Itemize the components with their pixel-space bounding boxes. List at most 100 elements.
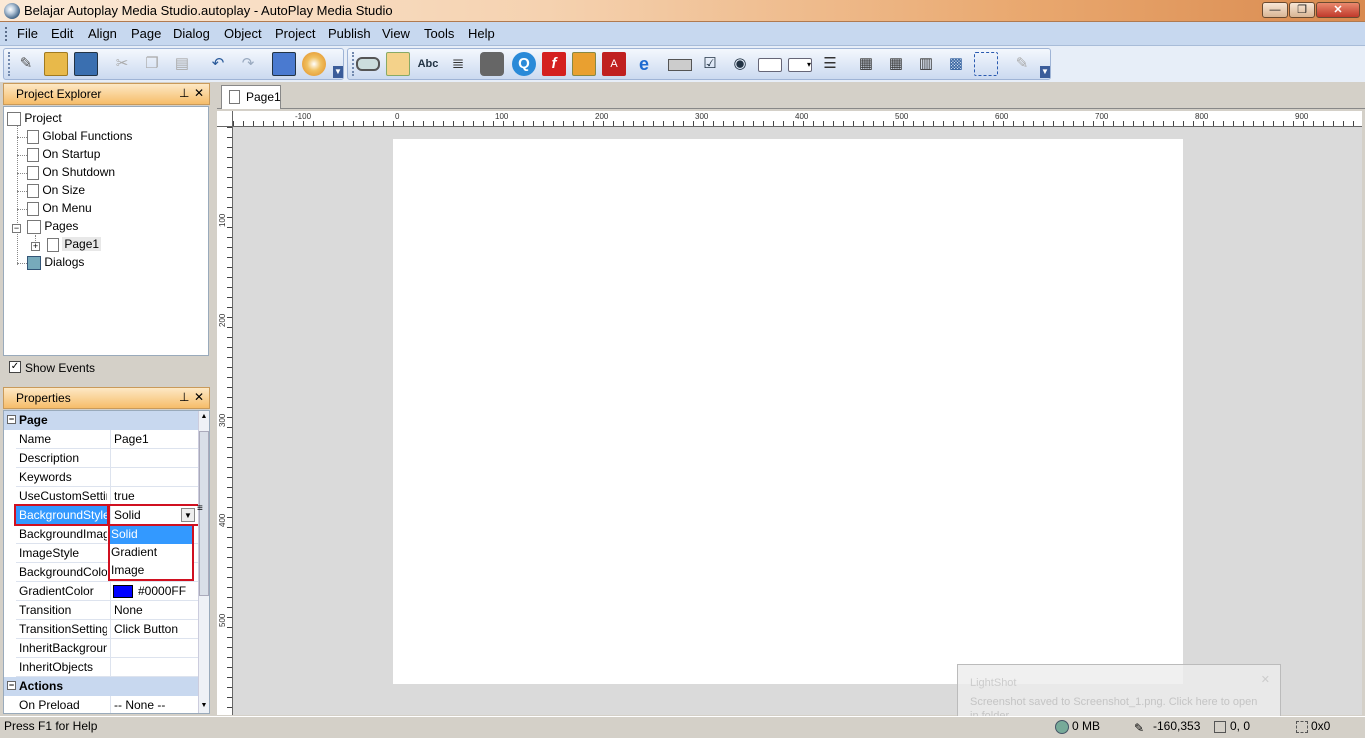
property-value[interactable]: Page1: [110, 430, 198, 448]
collapse-toggle-icon[interactable]: −: [7, 415, 16, 424]
tab-page1[interactable]: Page1: [221, 85, 281, 109]
slideshow-object-icon[interactable]: [572, 52, 596, 76]
pin-icon[interactable]: ⊥: [179, 86, 189, 100]
dropdown-arrow-icon[interactable]: ▼: [181, 508, 195, 522]
preview-icon[interactable]: [272, 52, 296, 76]
menu-view[interactable]: View: [382, 26, 410, 41]
tree-item-pages[interactable]: Pages: [27, 219, 78, 234]
pdf-object-icon[interactable]: A: [602, 52, 626, 76]
label-object-icon[interactable]: Abc: [416, 52, 440, 76]
property-row-keywords[interactable]: Keywords: [16, 468, 198, 487]
progress-object-icon[interactable]: ▦: [884, 52, 908, 76]
cut-icon[interactable]: ✂: [110, 52, 134, 76]
checkbox-object-icon[interactable]: ☑: [698, 52, 722, 76]
menu-file[interactable]: File: [17, 26, 38, 41]
flash-object-icon[interactable]: f: [542, 52, 566, 76]
ruler-label: 400: [795, 112, 809, 121]
tree-item-global-functions[interactable]: Global Functions: [27, 129, 132, 144]
scroll-down-arrow-icon[interactable]: ▼: [199, 702, 209, 712]
quicktime-object-icon[interactable]: Q: [512, 52, 536, 76]
expand-toggle-icon[interactable]: +: [31, 242, 40, 251]
menu-help[interactable]: Help: [468, 26, 495, 41]
color-swatch[interactable]: [113, 585, 133, 598]
tree-item-page1[interactable]: Page1: [47, 237, 102, 252]
property-value[interactable]: [110, 658, 198, 676]
property-value[interactable]: [110, 639, 198, 657]
property-value[interactable]: -- None --: [110, 696, 198, 713]
save-icon[interactable]: [74, 52, 98, 76]
open-folder-icon[interactable]: [44, 52, 68, 76]
show-events-checkbox[interactable]: ✓: [9, 361, 21, 373]
ruler-label: 700: [1095, 112, 1109, 121]
property-row-usecustomsettings[interactable]: UseCustomSettingstrue: [16, 487, 198, 506]
property-row-name[interactable]: Name Page1: [16, 430, 198, 449]
listbox-object-icon[interactable]: ▾: [788, 58, 812, 72]
tree-object-icon[interactable]: ☰: [818, 52, 842, 76]
menu-publish[interactable]: Publish: [328, 26, 371, 41]
close-icon[interactable]: ✕: [194, 390, 204, 404]
undo-icon[interactable]: ↶: [206, 52, 230, 76]
redo-icon[interactable]: ↷: [236, 52, 260, 76]
tree-item-on-menu[interactable]: On Menu: [27, 201, 92, 216]
option-image[interactable]: Image: [110, 562, 192, 580]
toolbar-overflow-arrow[interactable]: ▼: [1040, 66, 1050, 78]
property-row-gradientcolor[interactable]: GradientColor #0000FF: [16, 582, 198, 601]
plugin-object-icon[interactable]: ▩: [944, 52, 968, 76]
menu-align[interactable]: Align: [88, 26, 117, 41]
property-row-backgroundstyle[interactable]: BackgroundStyle Solid ▼: [14, 504, 200, 526]
property-row-description[interactable]: Description: [16, 449, 198, 468]
tree-item-project[interactable]: Project: [7, 111, 62, 126]
radio-object-icon[interactable]: ◉: [728, 52, 752, 76]
property-value[interactable]: [110, 468, 198, 486]
richtext-object-icon[interactable]: ▥: [914, 52, 938, 76]
close-icon[interactable]: ✕: [1261, 673, 1270, 686]
menu-dialog[interactable]: Dialog: [173, 26, 210, 41]
menu-page[interactable]: Page: [131, 26, 161, 41]
image-object-icon[interactable]: [386, 52, 410, 76]
collapse-toggle-icon[interactable]: −: [7, 681, 16, 690]
property-row-transitionsettings[interactable]: TransitionSettings Click Button: [16, 620, 198, 639]
web-object-icon[interactable]: e: [632, 52, 656, 76]
scroll-up-arrow-icon[interactable]: ▲: [199, 413, 209, 423]
maximize-button[interactable]: ❐: [1289, 2, 1315, 18]
property-value[interactable]: None: [110, 601, 198, 619]
tree-item-dialogs[interactable]: Dialogs: [27, 255, 84, 270]
tree-item-on-size[interactable]: On Size: [27, 183, 85, 198]
input-object-icon[interactable]: [668, 59, 692, 71]
property-row-inheritbackground[interactable]: InheritBackground: [16, 639, 198, 658]
category-actions[interactable]: − Actions: [4, 677, 198, 696]
grid-object-icon[interactable]: ▦: [854, 52, 878, 76]
property-value[interactable]: true: [110, 487, 198, 505]
property-value[interactable]: [110, 449, 198, 467]
menu-tools[interactable]: Tools: [424, 26, 454, 41]
copy-icon[interactable]: ❐: [140, 52, 164, 76]
menu-project[interactable]: Project: [275, 26, 315, 41]
new-project-wand-icon[interactable]: ✎: [14, 52, 38, 76]
selection-tool-icon[interactable]: [974, 52, 998, 76]
option-solid[interactable]: Solid: [110, 526, 192, 544]
build-cd-icon[interactable]: [302, 52, 326, 76]
tree-item-on-shutdown[interactable]: On Shutdown: [27, 165, 115, 180]
menu-object[interactable]: Object: [224, 26, 262, 41]
tree-item-on-startup[interactable]: On Startup: [27, 147, 100, 162]
combobox-object-icon[interactable]: [758, 58, 782, 72]
collapse-toggle-icon[interactable]: −: [12, 224, 21, 233]
page-surface[interactable]: [393, 139, 1183, 684]
option-gradient[interactable]: Gradient: [110, 544, 192, 562]
button-object-icon[interactable]: [356, 57, 380, 71]
property-row-inheritobjects[interactable]: InheritObjects: [16, 658, 198, 677]
minimize-button[interactable]: —: [1262, 2, 1288, 18]
paragraph-object-icon[interactable]: ≣: [446, 52, 470, 76]
close-button[interactable]: ✕: [1316, 2, 1360, 18]
property-row-on-preload[interactable]: On Preload -- None --: [16, 696, 198, 713]
pin-icon[interactable]: ⊥: [179, 390, 189, 404]
toolbar-overflow-arrow[interactable]: ▼: [333, 66, 343, 78]
property-value[interactable]: Click Button: [110, 620, 198, 638]
menu-edit[interactable]: Edit: [51, 26, 73, 41]
category-page[interactable]: − Page: [4, 411, 198, 430]
pen-icon[interactable]: ✎: [1010, 52, 1034, 76]
video-object-icon[interactable]: [480, 52, 504, 76]
paste-icon[interactable]: ▤: [170, 52, 194, 76]
property-row-transition[interactable]: Transition None: [16, 601, 198, 620]
close-icon[interactable]: ✕: [194, 86, 204, 100]
